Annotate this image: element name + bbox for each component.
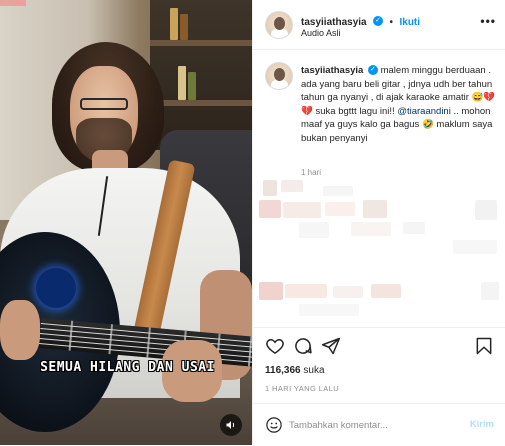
blurred-comment [285, 284, 327, 298]
post-actions: 116,366 suka 1 HARI YANG LALU Kirim [253, 327, 505, 445]
caption-emoji: 🤣 [421, 119, 434, 130]
likes-number: 116,366 [265, 365, 301, 376]
post-caption: tasyiiathasyia ✓ malem minggu berduaan .… [301, 64, 496, 145]
blurred-comment [325, 202, 355, 216]
blurred-comment [453, 240, 497, 254]
blurred-comment [259, 200, 281, 218]
more-options-icon[interactable]: ••• [480, 14, 496, 28]
post-header: tasyiiathasyia ✓ • Ikuti Audio Asli ••• [253, 0, 505, 50]
video-top-edge [0, 0, 26, 6]
author-username[interactable]: tasyiiathasyia [301, 17, 367, 28]
shelf-board [150, 40, 252, 46]
audio-label[interactable]: Audio Asli [301, 28, 341, 38]
caption-mention[interactable]: @tiaraandini [397, 106, 450, 117]
caption-username[interactable]: tasyiiathasyia [301, 65, 363, 76]
comment-input[interactable] [289, 416, 449, 434]
blurred-comment [323, 186, 353, 196]
blurred-comment [403, 222, 425, 234]
verified-badge-icon: ✓ [367, 65, 378, 76]
caption-timestamp: 1 hari [301, 168, 322, 177]
blurred-comment [333, 286, 363, 298]
send-icon[interactable] [321, 336, 341, 356]
heart-icon[interactable] [265, 336, 285, 356]
blurred-comment [371, 284, 401, 298]
post-modal: SEMUA HILANG DAN USAI tasyiiathasyia ✓ •… [0, 0, 505, 445]
blurred-comment [259, 282, 283, 300]
comment-area: tasyiiathasyia ✓ malem minggu berduaan .… [253, 50, 505, 327]
book [180, 14, 188, 40]
likes-count[interactable]: 116,366 suka [265, 365, 325, 376]
separator-dot: • [389, 17, 394, 28]
blurred-comment [263, 180, 277, 196]
caption-avatar[interactable] [265, 62, 293, 90]
glasses [80, 98, 128, 110]
video-player[interactable]: SEMUA HILANG DAN USAI [0, 0, 252, 445]
shelf-board [150, 100, 252, 106]
likes-label: suka [303, 365, 325, 376]
blurred-comment [283, 202, 321, 218]
post-date: 1 HARI YANG LALU [265, 384, 340, 393]
smiley-icon[interactable] [265, 416, 283, 434]
hand [0, 300, 40, 360]
mute-button[interactable] [220, 414, 242, 436]
post-comment-button[interactable]: Kirim [470, 419, 494, 430]
book [178, 66, 186, 100]
blurred-comment [475, 200, 497, 220]
blurred-comment [299, 222, 329, 238]
avatar[interactable] [265, 11, 293, 39]
book [188, 72, 196, 100]
book [170, 8, 178, 40]
guitar-soundhole [36, 268, 76, 308]
bookmark-icon[interactable] [474, 336, 494, 356]
caption-text: suka bgttt lagu ini!! [312, 105, 398, 117]
blurred-comment [481, 282, 499, 300]
verified-badge-icon: ✓ [373, 15, 384, 26]
bookshelf [150, 0, 252, 150]
blurred-comment [281, 180, 303, 192]
add-comment-bar: Kirim [253, 403, 505, 446]
video-caption-overlay: SEMUA HILANG DAN USAI [40, 360, 215, 375]
follow-button[interactable]: Ikuti [399, 17, 420, 28]
comment-icon[interactable] [293, 336, 313, 356]
post-side-panel: tasyiiathasyia ✓ • Ikuti Audio Asli ••• … [252, 0, 505, 445]
speaker-icon [226, 421, 235, 429]
blurred-comment [363, 200, 387, 218]
blurred-comment [351, 222, 391, 236]
blurred-comment [299, 304, 359, 316]
